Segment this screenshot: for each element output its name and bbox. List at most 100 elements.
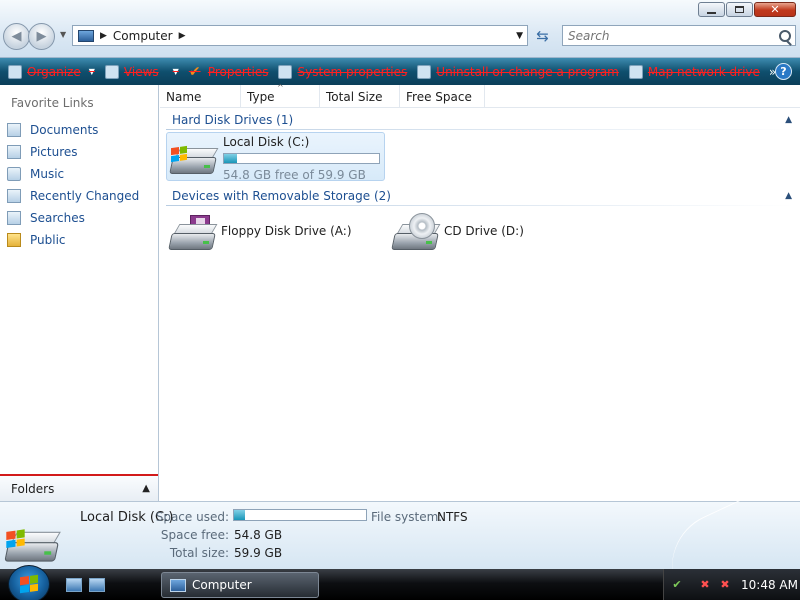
system-properties-label: System properties [297,64,408,79]
sort-arrow-icon: ^ [277,83,284,92]
cd-drive-icon [391,213,441,253]
breadcrumb-arrow-icon[interactable]: ▶ [179,31,186,41]
organize-label: Organize [27,64,81,79]
drive-cd-d[interactable]: CD Drive (D:) [391,213,524,253]
searches-icon [7,211,21,225]
favorite-links-list: Documents Pictures Music Recently Change… [7,119,139,251]
drive-local-disk-c[interactable]: Local Disk (C:) 54.8 GB free of 59.9 GB [166,132,385,182]
folders-toggle[interactable]: Folders ▲ [0,474,158,501]
drive-name: Floppy Disk Drive (A:) [221,224,352,238]
volume-icon[interactable]: ✖ [718,578,732,592]
chevron-up-icon[interactable]: ▲ [785,191,792,201]
space-used-label: Space used: [155,510,229,524]
security-icon[interactable]: ✔ [670,578,684,592]
monitor-icon [278,64,293,79]
uninstall-button[interactable]: Uninstall or change a program [412,58,624,85]
start-button[interactable] [8,565,50,600]
close-button[interactable]: ✕ [754,2,796,17]
organize-icon [8,64,22,79]
breadcrumb-computer[interactable]: Computer [113,29,173,43]
refresh-button[interactable]: ⇆ [530,25,555,46]
drive-name: Local Disk (C:) [223,135,310,149]
organize-button[interactable]: Organize ▼ [0,58,100,85]
favorite-label: Recently Changed [30,189,140,203]
views-label: Views [123,64,159,79]
favorite-links-title: Favorite Links [11,96,94,110]
search-input[interactable] [568,28,768,43]
computer-icon [170,578,186,592]
views-icon [104,64,119,79]
help-button[interactable]: ? [775,63,792,80]
show-desktop-icon[interactable] [66,578,82,592]
close-icon: ✕ [770,3,780,16]
minimize-icon [707,11,716,14]
space-free-value: 54.8 GB [234,528,283,542]
checkmark-icon: ✔ [188,63,201,80]
column-type[interactable]: Type ^ [241,83,320,108]
chevron-down-icon: ▼ [88,67,95,76]
column-free-space[interactable]: Free Space [400,85,485,108]
space-used-fill [234,510,246,520]
nav-buttons: ◀ ▶ [3,23,55,50]
properties-button[interactable]: ✔ Properties [184,58,274,85]
system-properties-button[interactable]: System properties [273,58,412,85]
window-controls: ✕ [698,2,796,17]
clock[interactable]: 10:48 AM [741,578,798,592]
total-size-value: 59.9 GB [234,546,283,560]
recently-changed-icon [7,189,21,203]
computer-icon [78,29,94,42]
drive-usage-bar [223,153,380,164]
group-header-removable[interactable]: Devices with Removable Storage (2) ▲ [160,186,800,206]
maximize-button[interactable] [726,2,753,17]
column-name[interactable]: Name [160,85,241,108]
properties-label: Properties [207,64,269,79]
favorite-searches[interactable]: Searches [7,207,139,229]
group-label: Devices with Removable Storage (2) [172,189,391,203]
favorite-public[interactable]: Public [7,229,139,251]
address-dropdown-icon[interactable]: ▼ [516,31,523,41]
forward-arrow-icon: ▶ [36,29,47,44]
favorite-pictures[interactable]: Pictures [7,141,139,163]
content-pane: Name Type ^ Total Size Free Space Hard D… [160,83,800,501]
drive-floppy-a[interactable]: Floppy Disk Drive (A:) [168,215,352,253]
taskbar-button-computer[interactable]: Computer [161,572,319,598]
network-drive-icon [628,64,643,79]
chevron-up-icon[interactable]: ▲ [785,115,792,125]
address-bar[interactable]: ▶ Computer ▶ ▼ [72,25,528,46]
program-icon [417,64,432,79]
minimize-button[interactable] [698,2,725,17]
hard-drive-icon [169,143,219,177]
favorite-documents[interactable]: Documents [7,119,139,141]
breadcrumb-arrow-icon[interactable]: ▶ [100,31,107,41]
floppy-drive-icon [168,215,218,253]
chevron-down-icon: ▼ [172,67,179,76]
drive-name: CD Drive (D:) [444,224,524,238]
recent-pages-dropdown[interactable]: ▼ [60,30,66,39]
search-box[interactable] [562,25,796,46]
favorite-recently-changed[interactable]: Recently Changed [7,185,139,207]
back-button[interactable]: ◀ [3,23,30,50]
group-label: Hard Disk Drives (1) [172,113,294,127]
views-button[interactable]: Views ▼ [100,58,184,85]
file-system-label: File system: [371,510,443,524]
total-size-label: Total size: [169,546,229,560]
navigation-pane: Favorite Links Documents Pictures Music … [0,85,159,501]
drive-usage-fill [224,154,238,163]
command-bar: Organize ▼ Views ▼ ✔ Properties System p… [0,58,800,85]
favorite-label: Pictures [30,145,78,159]
music-icon [7,167,21,181]
pictures-icon [7,145,21,159]
favorite-music[interactable]: Music [7,163,139,185]
map-network-drive-button[interactable]: Map network drive [624,58,765,85]
network-icon[interactable]: ✖ [698,578,712,592]
group-header-hard-disks[interactable]: Hard Disk Drives (1) ▲ [160,110,800,130]
favorite-label: Searches [30,211,85,225]
space-free-label: Space free: [160,528,229,542]
forward-button[interactable]: ▶ [28,23,55,50]
refresh-icon: ⇆ [536,26,549,45]
folder-icon [7,233,21,247]
column-total-size[interactable]: Total Size [320,85,400,108]
switch-windows-icon[interactable] [89,578,105,592]
file-system-value: NTFS [437,510,468,524]
search-icon[interactable] [779,29,791,42]
